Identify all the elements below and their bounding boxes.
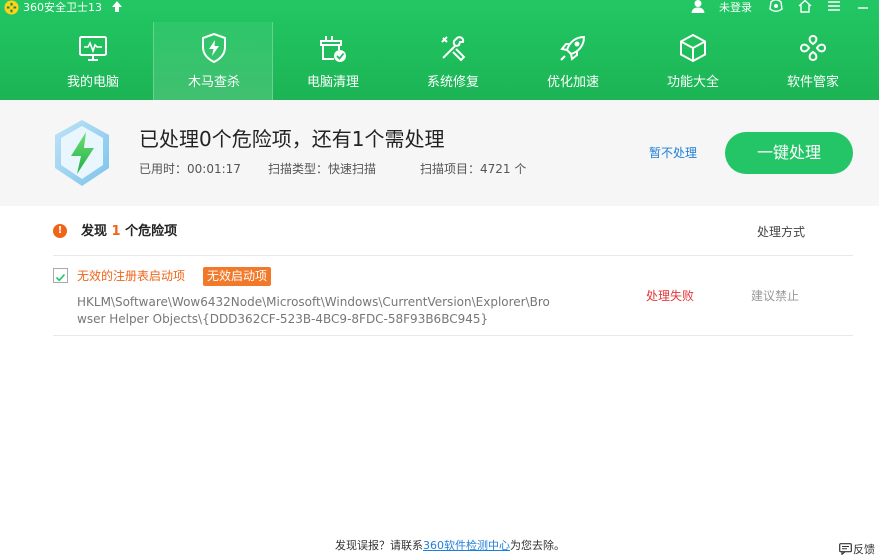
cube-icon (680, 33, 706, 63)
nav-label: 软件管家 (786, 75, 839, 90)
scan-type: 扫描类型：快速扫描 (268, 162, 377, 176)
found-text: 发现 1 个危险项 (81, 223, 177, 240)
nav-label: 木马查杀 (187, 75, 240, 90)
divider (53, 335, 853, 336)
footer-prefix: 发现误报？请联系 (335, 539, 423, 552)
suggest-action[interactable]: 建议禁止 (751, 288, 799, 304)
shield-lightning-icon (55, 120, 109, 186)
found-suffix: 个危险项 (125, 224, 178, 239)
elapsed-time: 已用时：00:01:17 (139, 162, 241, 176)
app-window: 360安全卫士13 未登录 我的电脑 木马查杀 电脑清理 系统修复 优化加速 功… (0, 0, 879, 559)
skip-handle-link[interactable]: 暂不处理 (649, 145, 697, 161)
nav-label: 功能大全 (666, 75, 719, 90)
home-icon[interactable] (797, 0, 813, 14)
nav-label: 优化加速 (546, 75, 599, 90)
nav-label: 电脑清理 (306, 75, 359, 90)
item-checkbox[interactable] (53, 268, 68, 283)
check-icon (55, 273, 66, 282)
feedback-label: 反馈 (853, 543, 875, 556)
nav-item-trojan-scan[interactable]: 木马查杀 (153, 22, 273, 100)
title-bar[interactable]: 360安全卫士13 未登录 (0, 0, 879, 16)
menu-icon[interactable] (826, 0, 842, 14)
login-link[interactable]: 未登录 (719, 0, 752, 15)
nav-item-all-features[interactable]: 功能大全 (633, 22, 753, 100)
nav-item-cleanup[interactable]: 电脑清理 (273, 22, 393, 100)
nav-item-software-manager[interactable]: 软件管家 (753, 22, 873, 100)
false-positive-note: 发现误报？请联系360软件检测中心为您去除。 (335, 538, 565, 553)
wrench-icon (441, 36, 466, 62)
found-count: 1 (111, 224, 121, 239)
registry-path: HKLM\Software\Wow6432Node\Microsoft\Wind… (77, 295, 550, 326)
scan-items: 扫描项目：4721 个 (420, 162, 527, 176)
shield-icon (202, 32, 226, 64)
status-title: 已处理0个危险项，还有1个需处理 (139, 127, 445, 151)
nav-item-my-computer[interactable]: 我的电脑 (33, 22, 153, 100)
threat-row[interactable]: 无效的注册表启动项 无效启动项 HKLM\Software\Wow6432Nod… (53, 256, 853, 334)
minimize-icon[interactable] (855, 0, 871, 14)
feedback-button[interactable]: 反馈 (839, 542, 875, 557)
handle-result: 处理失败 (646, 289, 695, 303)
user-icon[interactable] (690, 0, 706, 14)
item-tag: 无效启动项 (203, 267, 272, 286)
found-prefix: 发现 (81, 224, 108, 239)
monitor-icon (79, 36, 107, 61)
found-summary: ! 发现 1 个危险项 (53, 221, 853, 243)
nav-item-system-repair[interactable]: 系统修复 (393, 22, 513, 100)
detection-center-link[interactable]: 360软件检测中心 (423, 539, 510, 552)
nav-label: 我的电脑 (66, 75, 119, 90)
skin-icon[interactable] (768, 0, 784, 14)
nav-label: 系统修复 (426, 75, 479, 90)
upgrade-arrow-icon[interactable] (111, 0, 123, 14)
feedback-icon (839, 543, 852, 555)
top-bar: 360安全卫士13 未登录 我的电脑 木马查杀 电脑清理 系统修复 优化加速 功… (0, 0, 879, 100)
360-logo-icon (4, 0, 19, 15)
apps-icon (799, 34, 827, 62)
one-click-fix-button[interactable]: 一键处理 (725, 132, 853, 174)
rocket-icon (560, 35, 586, 61)
clean-icon (320, 36, 346, 62)
warning-icon: ! (53, 224, 67, 238)
footer-suffix: 为您去除。 (510, 539, 565, 552)
column-header-method: 处理方式 (757, 225, 806, 239)
scan-status-panel: 已处理0个危险项，还有1个需处理 已用时：00:01:17 扫描类型：快速扫描 … (0, 100, 879, 206)
app-title: 360安全卫士13 (23, 1, 102, 14)
nav-item-speed-up[interactable]: 优化加速 (513, 22, 633, 100)
item-name: 无效的注册表启动项 (77, 269, 186, 283)
